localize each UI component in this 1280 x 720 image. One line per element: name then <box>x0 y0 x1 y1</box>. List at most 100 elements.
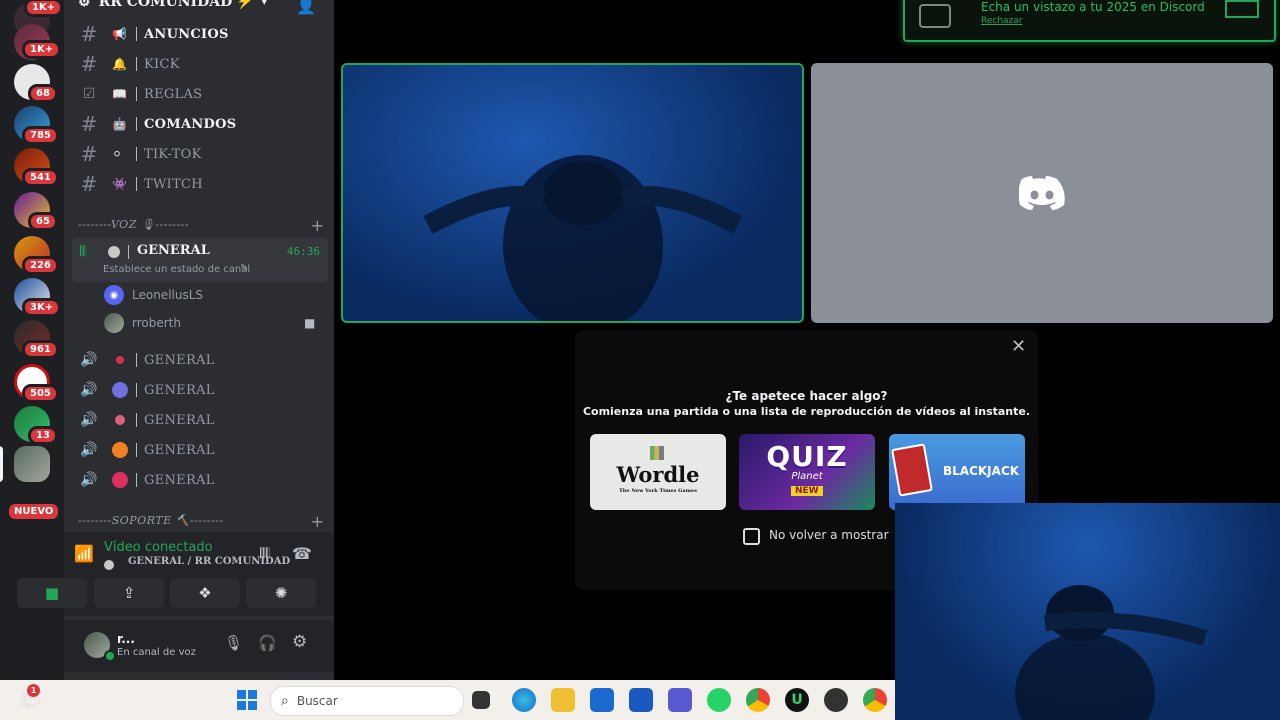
upwork-icon[interactable]: U <box>785 688 809 712</box>
whatsapp-icon[interactable] <box>707 688 731 712</box>
headphones-icon[interactable]: 🎧 <box>258 634 277 652</box>
channel-label: GENERAL <box>144 382 215 398</box>
connection-status[interactable]: Vídeo conectado <box>104 540 213 555</box>
channel-kick[interactable]: # 🔔 KICK <box>72 50 328 78</box>
active-voice-channel[interactable]: 𝄃𝄃 GENERAL 46:36 Establece un estado de … <box>72 238 328 282</box>
category-voz[interactable]: --------VOZ 🎙-------- <box>78 218 189 231</box>
channel-emoji-icon <box>112 472 128 488</box>
activity-name: BLACKJACK <box>943 464 1020 478</box>
divider <box>136 177 137 191</box>
avatar: ◉ <box>104 285 124 305</box>
channel-twitch[interactable]: # 👾 TWITCH <box>72 170 328 198</box>
voice-channel-general[interactable]: 🔊 GENERAL <box>72 466 328 494</box>
voice-channel-general[interactable]: 🔊 GENERAL <box>72 436 328 464</box>
settings-icon[interactable]: ⚙ <box>292 632 307 652</box>
search-placeholder: Buscar <box>296 694 338 708</box>
divider <box>128 245 129 259</box>
popup-title: ¿Te apetece hacer algo? <box>725 389 888 403</box>
windows-start-icon[interactable] <box>235 688 259 712</box>
server-badge: 785 <box>22 126 59 145</box>
voice-channel-general[interactable]: 🔊 GENERAL <box>72 376 328 404</box>
voice-channel-general[interactable]: 🔊 GENERAL <box>72 406 328 434</box>
voice-user[interactable]: ◉ LeonellusLS <box>104 282 203 308</box>
recap-banner[interactable]: Echa un vistazo a tu 2025 en Discord Rec… <box>903 0 1276 42</box>
hash-icon: # <box>80 142 98 166</box>
selected-indicator <box>0 446 3 482</box>
activities-icon: ❖ <box>198 584 212 602</box>
add-channel-icon[interactable]: + <box>311 216 324 235</box>
server-badge: 505 <box>22 384 59 403</box>
voice-channel-general[interactable]: 🔊 GENERAL <box>72 346 328 374</box>
taskbar-search[interactable]: ⌕ Buscar <box>270 686 464 716</box>
channel-emoji-icon <box>116 356 124 364</box>
activities-button[interactable]: ❖ <box>170 578 240 608</box>
channel-comandos[interactable]: # 🤖 COMANDOS <box>72 110 328 138</box>
server-badge: 65 <box>28 212 58 231</box>
controller-icon <box>919 4 951 28</box>
set-status-hint[interactable]: Establece un estado de canal <box>103 264 250 275</box>
channel-label: KICK <box>144 56 180 72</box>
activity-subtitle: Planet <box>791 471 823 482</box>
screen-share-button[interactable]: ⇪ <box>94 578 164 608</box>
dont-show-label[interactable]: No volver a mostrar <box>769 528 889 542</box>
speaker-icon: 🔊 <box>80 412 98 428</box>
server-header[interactable]: ⚙ RR COMUNIDAD ⚡ ▾ <box>78 0 267 10</box>
server-badge: 1K+ <box>24 0 64 17</box>
close-icon[interactable]: ✕ <box>1011 336 1026 357</box>
banner-button[interactable] <box>1225 0 1259 18</box>
chrome-icon[interactable] <box>863 688 887 712</box>
invite-icon[interactable]: 👤 <box>296 0 316 15</box>
user-status: En canal de voz <box>117 647 196 658</box>
microphone-icon[interactable]: 🎙 <box>224 634 243 652</box>
teams-icon[interactable] <box>668 688 692 712</box>
video-tile-rroberth[interactable] <box>341 63 804 323</box>
channel-anuncios[interactable]: # 📢 ANUNCIOS <box>72 20 328 48</box>
card-icon <box>891 443 933 497</box>
voice-timer: 46:36 <box>286 245 320 258</box>
channel-emoji: 🤖 <box>112 117 127 131</box>
channel-label: GENERAL <box>144 412 215 428</box>
voice-channel-label: GENERAL <box>137 243 210 258</box>
voice-user[interactable]: rroberth <box>104 310 181 336</box>
dont-show-checkbox[interactable] <box>743 528 760 545</box>
add-channel-icon[interactable]: + <box>311 512 324 531</box>
search-icon: ⌕ <box>281 693 289 709</box>
activity-quiz-planet[interactable]: QUIZ Planet NEW <box>739 434 875 510</box>
category-soporte[interactable]: --------SOPORTE 🔨-------- <box>78 514 224 527</box>
file-explorer-icon[interactable] <box>551 688 575 712</box>
new-badge[interactable]: NUEVO <box>6 501 62 522</box>
channel-label: ANUNCIOS <box>144 26 229 42</box>
video-tile-leonelluls[interactable] <box>811 63 1273 323</box>
connection-signal-icon[interactable]: 📶 <box>74 544 94 563</box>
edge-icon[interactable] <box>512 688 536 712</box>
channel-reglas[interactable]: ☑ 📖 REGLAS <box>72 80 328 108</box>
disconnect-icon[interactable]: ☎ <box>292 544 312 563</box>
wordle-grid-icon <box>650 446 664 460</box>
activity-blackjack[interactable]: BLACKJACK <box>889 434 1025 510</box>
username[interactable]: r... <box>117 632 135 646</box>
dismiss-link[interactable]: Rechazar <box>981 16 1023 26</box>
soundboard-button[interactable]: ✺ <box>246 578 316 608</box>
chrome-icon[interactable] <box>746 688 770 712</box>
task-view-icon[interactable] <box>472 691 490 709</box>
new-tag: NEW <box>791 486 823 496</box>
popup-subtitle: Comienza una partida o una lista de repr… <box>582 405 1031 418</box>
outlook-icon[interactable] <box>629 688 653 712</box>
server-icon-selected[interactable] <box>14 446 50 482</box>
camera-button[interactable]: ■ <box>17 578 87 608</box>
divider <box>136 27 137 41</box>
channel-tiktok[interactable]: # ⚪ TIK-TOK <box>72 140 328 168</box>
divider <box>136 443 137 457</box>
noise-suppression-icon[interactable]: 𝄃𝄃𝄃 <box>260 546 269 562</box>
pencil-icon[interactable]: ✎ <box>240 263 248 274</box>
store-icon[interactable] <box>590 688 614 712</box>
server-name: RR COMUNIDAD <box>98 0 233 10</box>
user-panel: r... En canal de voz 🎙 🎧 ⚙ <box>64 620 334 672</box>
self-video-preview[interactable] <box>895 503 1280 720</box>
channel-label: TWITCH <box>144 176 203 192</box>
activity-publisher: The New York Times Games <box>619 488 697 494</box>
activity-wordle[interactable]: Wordle The New York Times Games <box>590 434 726 510</box>
channel-label: REGLAS <box>144 86 203 102</box>
app-icon[interactable] <box>824 688 848 712</box>
channel-label: GENERAL <box>144 442 215 458</box>
